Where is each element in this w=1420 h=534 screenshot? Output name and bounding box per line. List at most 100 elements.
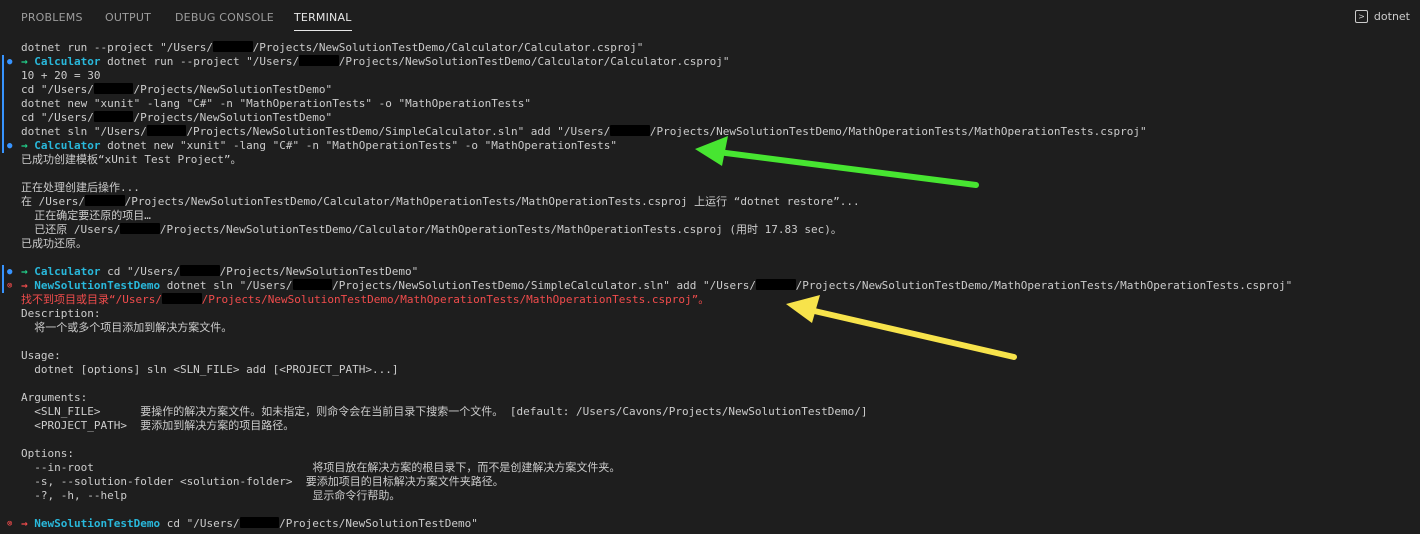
terminal-output-line: 正在确定要还原的项目… xyxy=(0,209,1420,223)
terminal-output-line: -?, -h, --help 显示命令行帮助。 xyxy=(0,489,1420,503)
redacted-username xyxy=(610,125,650,136)
terminal-output-line: dotnet sln "/Users/ /Projects/NewSolution… xyxy=(0,125,1420,139)
line-text: 已还原 /Users/ xyxy=(21,223,121,236)
panel-tab-bar: PROBLEMS OUTPUT DEBUG CONSOLE TERMINAL >… xyxy=(0,0,1420,36)
command-failed-icon: ⊗ xyxy=(7,281,13,291)
line-text: 正在确定要还原的项目… xyxy=(21,209,151,222)
line-text: /Projects/NewSolutionTestDemo/SimpleCalc… xyxy=(332,279,756,292)
line-text: 已成功还原。 xyxy=(21,237,87,250)
prompt-arrow-icon: → xyxy=(21,55,35,68)
redacted-username xyxy=(93,83,134,94)
tab-output[interactable]: OUTPUT xyxy=(105,11,151,24)
terminal-output-line: Arguments: xyxy=(0,391,1420,405)
line-text: -s, --solution-folder <solution-folder> … xyxy=(21,475,504,488)
prompt-directory: Calculator xyxy=(34,139,101,152)
terminal-prompt-line: ● → Calculator cd "/Users/ /Projects/NewSo… xyxy=(0,265,1420,279)
redacted-username xyxy=(146,125,187,136)
terminal-icon: > xyxy=(1354,10,1368,23)
line-text: /Projects/NewSolutionTestDemo" xyxy=(133,83,333,96)
line-text: cd "/Users/ xyxy=(21,111,94,124)
line-text: /Projects/NewSolutionTestDemo" xyxy=(219,265,419,278)
tab-terminal[interactable]: TERMINAL xyxy=(294,11,352,31)
terminal-output[interactable]: dotnet run --project "/Users//Projects/N… xyxy=(0,41,1420,531)
line-text: dotnet sln "/Users/ xyxy=(166,279,293,292)
terminal-output-line: cd "/Users/ /Projects/NewSolutionTestDemo… xyxy=(0,111,1420,125)
line-text: /Projects/NewSolutionTestDemo/MathOperat… xyxy=(649,125,1147,138)
line-text: cd "/Users/ xyxy=(166,517,240,530)
line-text: 将一个或多个项目添加到解决方案文件。 xyxy=(21,321,233,334)
line-text: <PROJECT_PATH> 要添加到解决方案的项目路径。 xyxy=(21,419,295,432)
line-text: cd "/Users/ xyxy=(21,83,94,96)
redacted-username xyxy=(179,265,220,276)
line-text: 找不到项目或目录“/Users/ xyxy=(21,293,162,306)
terminal-output-line: 已还原 /Users/ /Projects/NewSolutionTestDemo… xyxy=(0,223,1420,237)
line-text: Description: xyxy=(21,307,101,320)
command-success-icon: ● xyxy=(7,267,13,277)
redacted-username xyxy=(93,111,134,122)
terminal-output-line: 正在处理创建后操作... xyxy=(0,181,1420,195)
tab-problems[interactable]: PROBLEMS xyxy=(21,11,83,24)
line-text: dotnet sln "/Users/ xyxy=(21,125,147,138)
terminal-output-line: dotnet run --project "/Users/ /Projects/N… xyxy=(0,41,1420,55)
line-text: Options: xyxy=(21,447,74,460)
terminal-output-line: <PROJECT_PATH> 要添加到解决方案的项目路径。 xyxy=(0,419,1420,433)
redacted-username xyxy=(239,517,280,528)
command-failed-icon: ⊗ xyxy=(7,519,13,529)
terminal-output-line: --in-root 将项目放在解决方案的根目录下，而不是创建解决方案文件夹。 xyxy=(0,461,1420,475)
line-text: Usage: xyxy=(21,349,61,362)
redacted-username xyxy=(84,195,125,206)
prompt-directory: Calculator xyxy=(34,265,101,278)
line-text: cd "/Users/ xyxy=(107,265,180,278)
terminal-output-line: Description: xyxy=(0,307,1420,321)
prompt-directory: NewSolutionTestDemo xyxy=(34,517,161,530)
redacted-username xyxy=(756,279,796,290)
line-text: /Projects/NewSolutionTestDemo/Calculator… xyxy=(124,195,860,208)
terminal-output-line: 找不到项目或目录“/Users/ /Projects/NewSolutionTes… xyxy=(0,293,1420,307)
line-text: /Projects/NewSolutionTestDemo/MathOperat… xyxy=(795,279,1293,292)
line-text: <SLN_FILE> 要操作的解决方案文件。如未指定，则命令会在当前目录下搜索一… xyxy=(21,405,868,418)
command-success-icon: ● xyxy=(7,141,13,151)
command-success-icon: ● xyxy=(7,57,13,67)
line-text: 正在处理创建后操作... xyxy=(21,181,140,194)
line-text: dotnet new "xunit" -lang "C#" -n "MathOp… xyxy=(107,139,618,152)
redacted-username xyxy=(292,279,333,290)
terminal-output-line: 将一个或多个项目添加到解决方案文件。 xyxy=(0,321,1420,335)
line-text: dotnet run --project "/Users/ xyxy=(21,41,214,54)
redacted-username xyxy=(120,223,160,234)
terminal-prompt-line: ● → Calculator dotnet new "xunit" -lang "… xyxy=(0,139,1420,153)
terminal-output-line: Options: xyxy=(0,447,1420,461)
redacted-username xyxy=(161,293,202,304)
line-text: /Projects/NewSolutionTestDemo/MathOperat… xyxy=(201,293,710,306)
prompt-arrow-icon: → xyxy=(21,279,35,292)
tab-debug-console[interactable]: DEBUG CONSOLE xyxy=(175,11,274,24)
terminal-output-line: -s, --solution-folder <solution-folder> … xyxy=(0,475,1420,489)
line-text: 在 /Users/ xyxy=(21,195,85,208)
line-text: dotnet run --project "/Users/ xyxy=(107,55,300,68)
line-text: --in-root 将项目放在解决方案的根目录下，而不是创建解决方案文件夹。 xyxy=(21,461,621,474)
prompt-arrow-icon: → xyxy=(21,139,35,152)
prompt-arrow-icon: → xyxy=(21,265,35,278)
line-text: Arguments: xyxy=(21,391,88,404)
line-text: /Projects/NewSolutionTestDemo" xyxy=(133,111,333,124)
terminal-output-line: 在 /Users/ /Projects/NewSolutionTestDemo/C… xyxy=(0,195,1420,209)
line-text: /Projects/NewSolutionTestDemo/Calculator… xyxy=(252,41,644,54)
terminal-output-line: 10 + 20 = 30 xyxy=(0,69,1420,83)
line-text: dotnet [options] sln <SLN_FILE> add [<PR… xyxy=(21,363,399,376)
prompt-directory: Calculator xyxy=(34,55,101,68)
terminal-output-line: 已成功创建模板“xUnit Test Project”。 xyxy=(0,153,1420,167)
terminal-output-line: <SLN_FILE> 要操作的解决方案文件。如未指定，则命令会在当前目录下搜索一… xyxy=(0,405,1420,419)
prompt-arrow-icon: → xyxy=(21,517,35,530)
line-text: /Projects/NewSolutionTestDemo/SimpleCalc… xyxy=(186,125,611,138)
line-text: /Projects/NewSolutionTestDemo/Calculator… xyxy=(338,55,730,68)
line-text: 10 + 20 = 30 xyxy=(21,69,101,82)
terminal-prompt-line: ● → Calculator dotnet run --project "/Use… xyxy=(0,55,1420,69)
terminal-output-line: cd "/Users/ /Projects/NewSolutionTestDemo… xyxy=(0,83,1420,97)
line-text: 已成功创建模板“xUnit Test Project”。 xyxy=(21,153,242,166)
redacted-username xyxy=(213,41,253,52)
terminal-selector[interactable]: > dotnet xyxy=(1354,10,1410,23)
